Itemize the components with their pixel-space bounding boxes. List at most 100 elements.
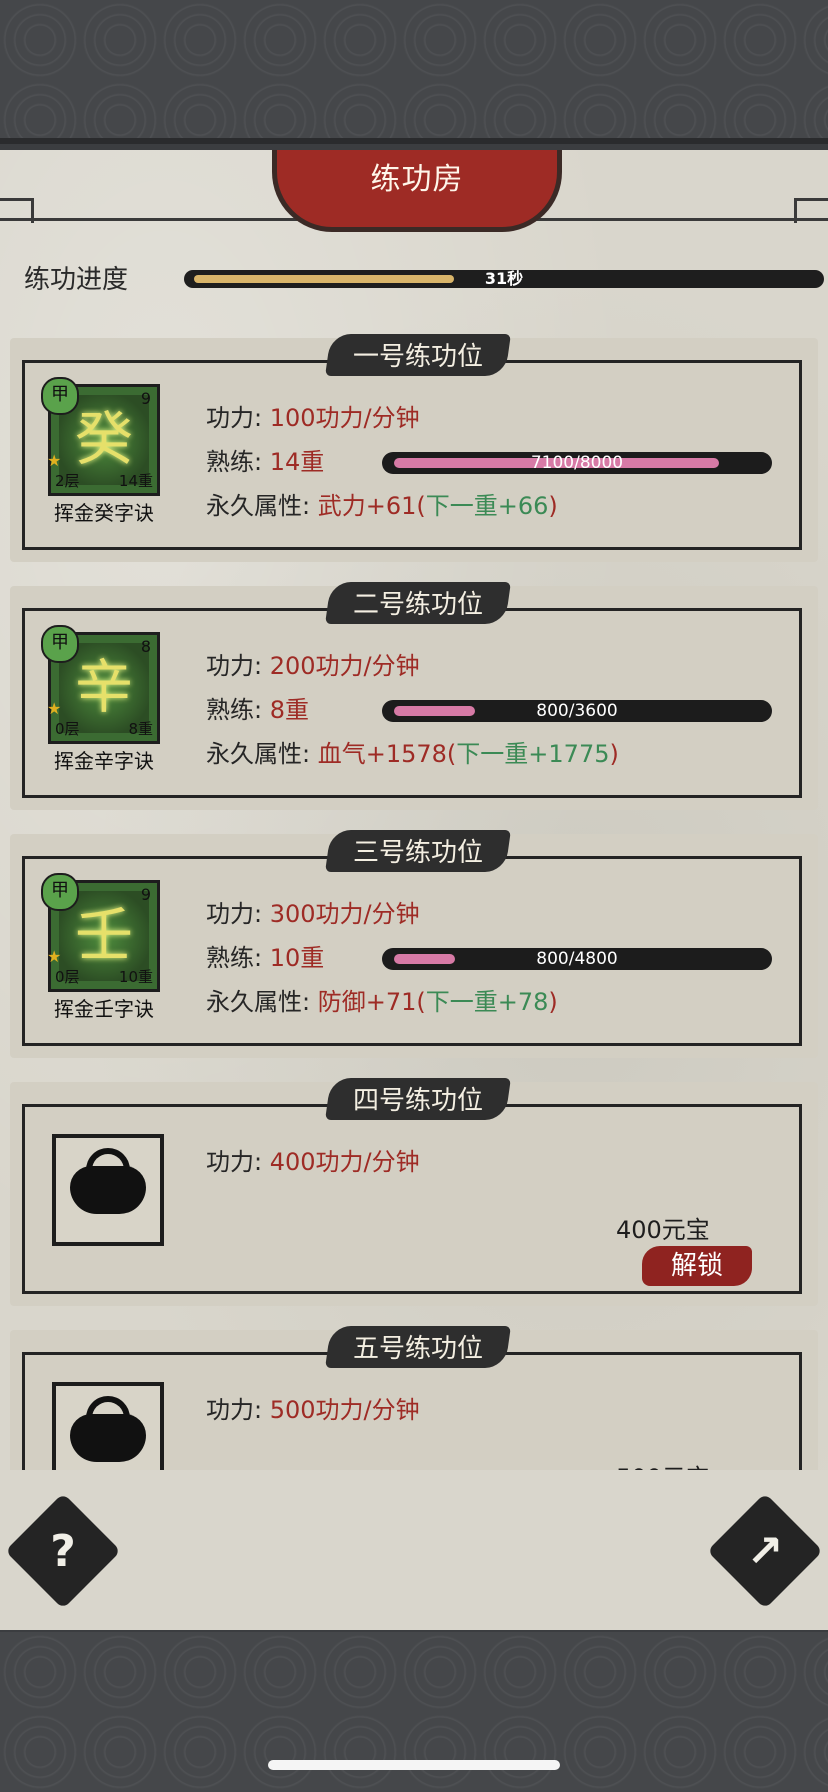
permanent-attr-label: 永久属性: bbox=[206, 740, 311, 768]
top-decor-band bbox=[0, 0, 828, 144]
power-value: 500功力/分钟 bbox=[269, 1396, 420, 1424]
power-row: 功力: 300功力/分钟 bbox=[206, 898, 420, 930]
training-slot-1: 一号练功位 癸 甲 9 ★ 2层 14重 挥金癸字诀 功力: 100功力/分钟 … bbox=[10, 334, 818, 562]
slot-title: 三号练功位 bbox=[352, 838, 483, 868]
power-label: 功力: bbox=[206, 404, 263, 432]
power-value: 100功力/分钟 bbox=[269, 404, 420, 432]
mastery-progress-text: 800/4800 bbox=[536, 949, 618, 969]
grade-badge: 甲 bbox=[41, 625, 79, 663]
slot-title: 二号练功位 bbox=[352, 590, 483, 620]
top-divider bbox=[0, 138, 828, 144]
permanent-attr-row: 永久属性: 防御+71(下一重+78) bbox=[206, 986, 558, 1018]
skill-layer: 0层 bbox=[55, 720, 80, 738]
unlock-price: 500元宝 bbox=[616, 1458, 710, 1470]
lock-icon bbox=[52, 1382, 164, 1470]
skill-name: 挥金壬字诀 bbox=[40, 994, 168, 1024]
attr-next: 下一重+66 bbox=[425, 492, 549, 520]
unlock-button[interactable]: 解锁 bbox=[642, 1246, 752, 1286]
attr-main: 武力+61 bbox=[317, 492, 417, 520]
mastery-level: 10重 bbox=[269, 944, 325, 972]
mastery-row: 熟练: 10重 bbox=[206, 942, 324, 974]
skill-name: 挥金辛字诀 bbox=[40, 746, 168, 776]
lock-body bbox=[70, 1166, 146, 1214]
mastery-label: 熟练: bbox=[206, 944, 263, 972]
help-button[interactable]: ? bbox=[22, 1520, 104, 1584]
lock-body bbox=[70, 1414, 146, 1462]
training-progress-bar: 31秒 bbox=[184, 269, 824, 288]
skill-chong: 14重 bbox=[118, 472, 153, 490]
paren-open: ( bbox=[446, 740, 457, 768]
power-value: 400功力/分钟 bbox=[269, 1148, 420, 1176]
attr-next: 下一重+78 bbox=[425, 988, 549, 1016]
attr-next: 下一重+1775 bbox=[456, 740, 610, 768]
star-icon: ★ bbox=[47, 947, 62, 966]
power-value: 300功力/分钟 bbox=[269, 900, 420, 928]
star-icon: ★ bbox=[47, 451, 62, 470]
corner-ornament-right bbox=[794, 198, 828, 223]
mastery-progress-bar: 800/4800 bbox=[382, 948, 772, 970]
page-title: 练功房 bbox=[272, 150, 562, 232]
mastery-row: 熟练: 8重 bbox=[206, 694, 309, 726]
power-row: 功力: 200功力/分钟 bbox=[206, 650, 420, 682]
skill-chong: 10重 bbox=[118, 968, 153, 986]
slot-list[interactable]: 一号练功位 癸 甲 9 ★ 2层 14重 挥金癸字诀 功力: 100功力/分钟 … bbox=[0, 330, 828, 1470]
skill-layer: 2层 bbox=[55, 472, 80, 490]
slot-title: 四号练功位 bbox=[352, 1086, 483, 1116]
skill-icon[interactable]: 辛 甲 8 ★ 0层 8重 bbox=[41, 625, 160, 744]
mastery-level: 14重 bbox=[269, 448, 325, 476]
mastery-progress-text: 800/3600 bbox=[536, 701, 618, 721]
power-label: 功力: bbox=[206, 1396, 263, 1424]
slot-title: 一号练功位 bbox=[352, 342, 483, 372]
permanent-attr-label: 永久属性: bbox=[206, 492, 311, 520]
mastery-progress-bar: 800/3600 bbox=[382, 700, 772, 722]
mastery-label: 熟练: bbox=[206, 696, 263, 724]
corner-ornament-left bbox=[0, 198, 34, 223]
skill-chong: 8重 bbox=[128, 720, 153, 738]
skill-glyph: 辛 bbox=[74, 653, 133, 721]
grade-badge: 甲 bbox=[41, 873, 79, 911]
unlock-price: 400元宝 bbox=[616, 1216, 710, 1244]
mastery-progress-text: 7100/8000 bbox=[530, 453, 624, 473]
power-label: 功力: bbox=[206, 1148, 263, 1176]
skill-glyph: 壬 bbox=[74, 901, 133, 969]
skill-level: 8 bbox=[140, 637, 151, 656]
mastery-label: 熟练: bbox=[206, 448, 263, 476]
lock-icon bbox=[52, 1134, 164, 1246]
share-button[interactable]: ↗ bbox=[724, 1520, 806, 1584]
mastery-level: 8重 bbox=[269, 696, 310, 724]
power-row: 功力: 400功力/分钟 bbox=[206, 1146, 420, 1178]
power-label: 功力: bbox=[206, 652, 263, 680]
training-slot-3: 三号练功位 壬 甲 9 ★ 0层 10重 挥金壬字诀 功力: 300功力/分钟 … bbox=[10, 830, 818, 1058]
skill-level: 9 bbox=[140, 885, 151, 904]
paren-close: ) bbox=[548, 492, 558, 520]
training-slot-4: 四号练功位 功力: 400功力/分钟 400元宝 解锁 bbox=[10, 1078, 818, 1306]
progress-time: 31秒 bbox=[484, 269, 524, 288]
skill-icon[interactable]: 壬 甲 9 ★ 0层 10重 bbox=[41, 873, 160, 992]
training-slot-5: 五号练功位 功力: 500功力/分钟 500元宝 bbox=[10, 1326, 818, 1470]
skill-icon[interactable]: 癸 甲 9 ★ 2层 14重 bbox=[41, 377, 160, 496]
skill-level: 9 bbox=[140, 389, 151, 408]
paren-open: ( bbox=[416, 492, 426, 520]
permanent-attr-row: 永久属性: 血气+1578(下一重+1775) bbox=[206, 738, 619, 770]
power-row: 功力: 500功力/分钟 bbox=[206, 1394, 420, 1426]
progress-label: 练功进度 bbox=[24, 265, 129, 295]
home-indicator[interactable] bbox=[268, 1760, 560, 1770]
mastery-row: 熟练: 14重 bbox=[206, 446, 324, 478]
paren-open: ( bbox=[416, 988, 426, 1016]
paren-close: ) bbox=[548, 988, 558, 1016]
star-icon: ★ bbox=[47, 699, 62, 718]
attr-main: 血气+1578 bbox=[317, 740, 447, 768]
permanent-attr-label: 永久属性: bbox=[206, 988, 311, 1016]
skill-layer: 0层 bbox=[55, 968, 80, 986]
paren-close: ) bbox=[609, 740, 619, 768]
skill-glyph: 癸 bbox=[74, 405, 133, 473]
training-slot-2: 二号练功位 辛 甲 8 ★ 0层 8重 挥金辛字诀 功力: 200功力/分钟 熟… bbox=[10, 582, 818, 810]
power-label: 功力: bbox=[206, 900, 263, 928]
slot-title: 五号练功位 bbox=[352, 1334, 483, 1364]
permanent-attr-row: 永久属性: 武力+61(下一重+66) bbox=[206, 490, 558, 522]
power-row: 功力: 100功力/分钟 bbox=[206, 402, 420, 434]
grade-badge: 甲 bbox=[41, 377, 79, 415]
mastery-progress-bar: 7100/8000 bbox=[382, 452, 772, 474]
bottom-action-bar: ? ↗ bbox=[0, 1470, 828, 1630]
power-value: 200功力/分钟 bbox=[269, 652, 420, 680]
